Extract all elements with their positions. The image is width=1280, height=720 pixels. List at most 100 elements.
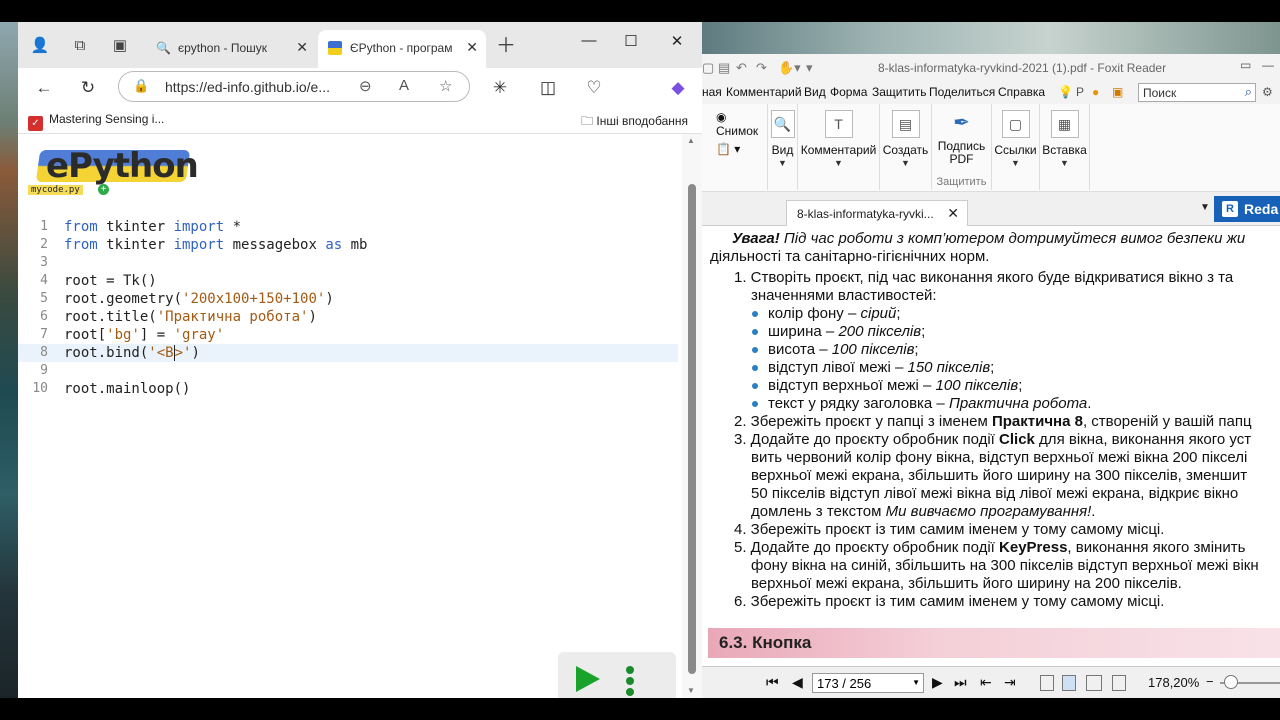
split-screen-icon[interactable]: ◫ (536, 76, 560, 100)
document-tab[interactable]: 8-klas-informatyka-ryvki... ✕ (786, 200, 968, 226)
scrollbar-thumb[interactable] (688, 184, 696, 674)
zoom-out-icon[interactable]: − (1206, 674, 1214, 689)
code-line[interactable]: 10 root.mainloop() (18, 380, 678, 398)
warning-line-1: Увага! Під час роботи з комп’ютером дотр… (732, 230, 1246, 247)
code-line[interactable]: 7 root['bg'] = 'gray' (18, 326, 678, 344)
code-line[interactable]: 9 (18, 362, 678, 380)
collections-icon[interactable]: ⧉ (68, 34, 92, 58)
profile-icon[interactable]: 👤 (28, 34, 52, 58)
maximize-button[interactable]: ☐ (616, 32, 646, 50)
address-bar[interactable]: 🔒 https://ed-info.github.io/e... ⊖ A ☆ (118, 71, 470, 102)
code-line[interactable]: 6 root.title('Практична робота') (18, 308, 678, 326)
redo-icon[interactable]: ↷ (756, 60, 767, 76)
refresh-icon[interactable]: ↻ (76, 76, 100, 100)
settings-icon[interactable]: ⚙ (1262, 85, 1273, 99)
close-icon[interactable]: ✕ (947, 205, 959, 222)
close-window-button[interactable]: ✕ (662, 32, 692, 50)
item-5-line-2: фону вікна на синій, збільшить на 300 пі… (751, 557, 1259, 574)
extensions-icon[interactable]: ✳ (488, 76, 512, 100)
bookmark-item[interactable]: ✓ Mastering Sensing i... (28, 112, 164, 131)
zoom-slider-knob[interactable] (1224, 675, 1238, 689)
ribbon-insert[interactable]: ▦ Вставка ▼ (1040, 104, 1090, 190)
ribbon-sign-pdf[interactable]: ✒ Подпись PDF Защитить (932, 104, 992, 190)
code-line[interactable]: 8 root.bind('<B>') (18, 344, 678, 362)
foxit-search-input[interactable]: Поиск ⌕ (1138, 83, 1256, 102)
desktop-screen: 👤 ⧉ ▣ 🔍 єpython - Пошук ✕ ЄPython - прог… (0, 0, 1280, 720)
file-name-label[interactable]: mycode.py (28, 185, 83, 195)
browser-essentials-icon[interactable]: ♡ (582, 76, 606, 100)
ribbon-toggle-icon[interactable]: ▭ (1240, 58, 1251, 72)
smiley-icon[interactable]: ● (1092, 85, 1099, 99)
user-p-icon[interactable]: P (1076, 85, 1084, 99)
flag-icon[interactable]: ▣ (1112, 85, 1123, 99)
customize-toolbar-icon[interactable]: ▾ (806, 60, 813, 76)
undo-icon[interactable]: ↶ (736, 60, 747, 76)
menu-comment[interactable]: Комментарий (726, 85, 802, 99)
minimize-button[interactable]: — (1262, 58, 1274, 72)
ribbon-view[interactable]: 🔍 Вид ▼ (768, 104, 798, 190)
back-icon[interactable]: ← (32, 76, 56, 100)
redact-button[interactable]: R Reda (1214, 196, 1280, 222)
next-page-icon[interactable]: ▶ (932, 674, 943, 691)
run-play-icon[interactable] (576, 666, 600, 692)
scroll-up-icon[interactable]: ▲ (687, 136, 695, 145)
menu-share[interactable]: Поделиться (929, 85, 995, 99)
next-view-icon[interactable]: ⇥ (1004, 674, 1016, 691)
zoom-level[interactable]: 178,20% (1148, 675, 1199, 690)
continuous-facing-icon[interactable] (1112, 675, 1126, 691)
line-number: 6 (40, 309, 48, 324)
code-line[interactable]: 1 from tkinter import * (18, 218, 678, 236)
section-heading-bar: 6.3. Кнопка (708, 628, 1280, 658)
menu-home[interactable]: ная (702, 85, 722, 99)
bullet-icon (752, 347, 758, 353)
menu-protect[interactable]: Защитить (872, 85, 926, 99)
clipboard-icon[interactable]: 📋 ▾ (716, 142, 767, 156)
save-icon[interactable]: ▤ (718, 60, 730, 76)
code-line[interactable]: 2 from tkinter import messagebox as mb (18, 236, 678, 254)
prev-view-icon[interactable]: ⇤ (980, 674, 992, 691)
prev-page-icon[interactable]: ◀ (792, 674, 803, 691)
tab-search[interactable]: 🔍 єpython - Пошук ✕ (146, 30, 316, 68)
tab-list-dropdown-icon[interactable]: ▼ (1200, 202, 1210, 213)
url-text: https://ed-info.github.io/e... (165, 79, 330, 95)
ribbon-links[interactable]: ▢ Ссылки ▼ (992, 104, 1040, 190)
open-icon[interactable]: ▢ (702, 60, 714, 76)
ribbon-create[interactable]: ▤ Создать ▼ (880, 104, 932, 190)
ribbon-comments[interactable]: T Комментарий ▼ (798, 104, 880, 190)
dropdown-arrow-icon: ▼ (778, 158, 787, 168)
minimize-button[interactable]: — (574, 32, 604, 49)
code-line[interactable]: 5 root.geometry('200x100+150+100') (18, 290, 678, 308)
page-number-input[interactable]: 173 / 256 ▼ (812, 673, 924, 693)
tab-actions-icon[interactable]: ▣ (108, 34, 132, 58)
new-tab-icon[interactable]: ＋ (494, 34, 518, 58)
close-icon[interactable]: ✕ (466, 39, 478, 56)
other-favorites[interactable]: 🗀 Інші вподобання (581, 112, 688, 133)
code-line[interactable]: 3 (18, 254, 678, 272)
hand-tool-icon[interactable]: ✋▾ (778, 60, 801, 76)
snapshot-button[interactable]: ◉ Снимок (716, 110, 767, 138)
scroll-down-icon[interactable]: ▼ (687, 686, 695, 695)
favorite-star-icon[interactable]: ☆ (439, 77, 452, 95)
more-options-icon[interactable] (626, 666, 636, 698)
code-text: root = Tk() (64, 273, 157, 289)
menu-form[interactable]: Форма (830, 85, 867, 99)
menu-view[interactable]: Вид (804, 85, 826, 99)
facing-page-icon[interactable] (1086, 675, 1102, 691)
zoom-icon[interactable]: ⊖ (359, 77, 372, 95)
tab-epython[interactable]: ЄPython - програм ✕ (318, 30, 486, 68)
code-editor[interactable]: 1 from tkinter import * 2 from tkinter impo… (18, 218, 678, 408)
lightbulb-icon[interactable]: 💡 (1058, 85, 1073, 99)
first-page-icon[interactable]: ⏮ (766, 674, 779, 691)
search-icon[interactable]: ⌕ (1245, 84, 1252, 100)
code-line[interactable]: 4 root = Tk() (18, 272, 678, 290)
copilot-icon[interactable]: ◆ (666, 76, 690, 100)
lock-icon[interactable]: 🔒 (133, 78, 149, 94)
continuous-page-icon[interactable] (1062, 675, 1076, 691)
read-aloud-icon[interactable]: A (399, 77, 409, 94)
single-page-icon[interactable] (1040, 675, 1054, 691)
page-scrollbar[interactable]: ▲ ▼ (682, 134, 702, 698)
menu-help[interactable]: Справка (998, 85, 1045, 99)
close-icon[interactable]: ✕ (296, 39, 308, 56)
add-file-icon[interactable]: + (98, 184, 109, 195)
last-page-icon[interactable]: ⏭ (954, 674, 967, 691)
